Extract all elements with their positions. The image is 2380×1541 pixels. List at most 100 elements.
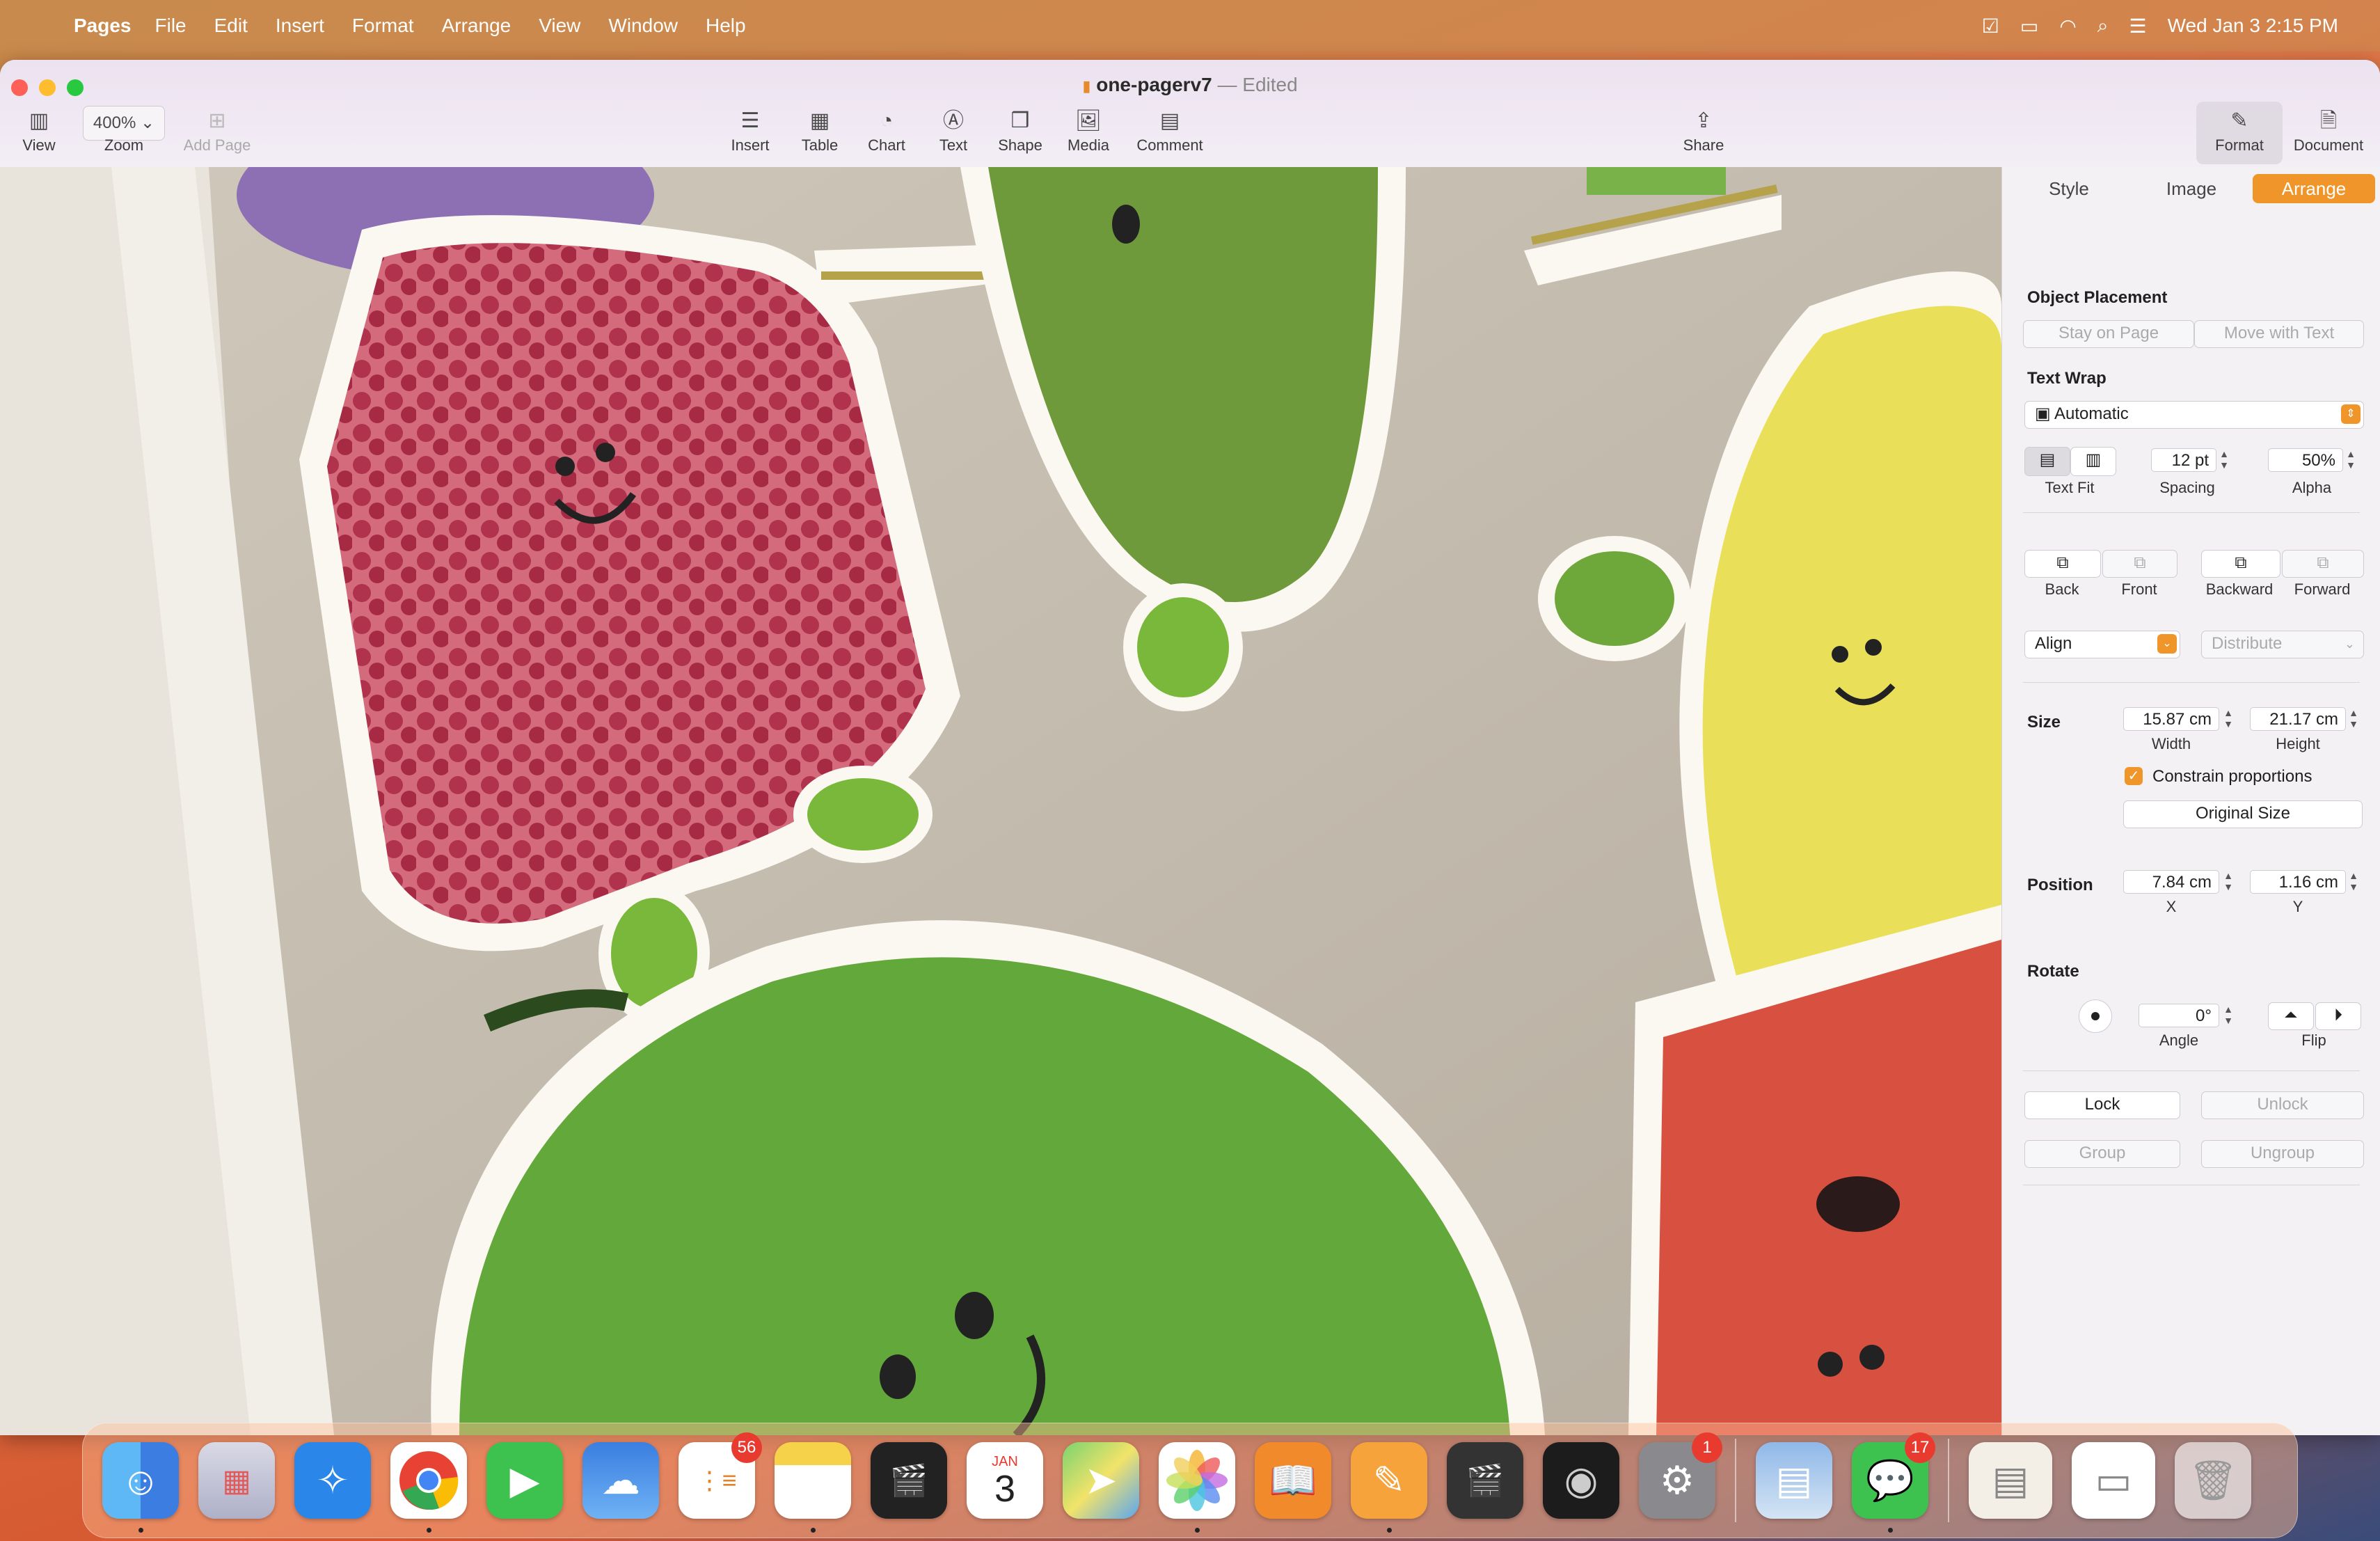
unlock-button[interactable]: Unlock — [2201, 1091, 2364, 1119]
chart-button[interactable]: ◔ Chart — [857, 106, 916, 155]
weather-icon[interactable]: ☁ — [582, 1442, 659, 1519]
spacing-stepper[interactable]: ▲ ▼ — [2218, 448, 2230, 471]
insert-button[interactable]: ☰ Insert — [721, 106, 779, 155]
zoom-select[interactable]: 400% ⌄ — [82, 106, 166, 141]
messages-icon[interactable]: 💬 17 — [1852, 1432, 1935, 1533]
imovie-icon[interactable]: 🎬 — [1447, 1442, 1523, 1519]
calendar-day: 3 — [994, 1467, 1016, 1510]
divider — [2023, 1070, 2360, 1071]
position-y-stepper[interactable]: ▲ ▼ — [2347, 870, 2360, 892]
alpha-field[interactable]: 50% — [2268, 448, 2343, 472]
flip-vertical-button[interactable]: ⏶ — [2268, 1002, 2314, 1030]
position-x-stepper[interactable]: ▲ ▼ — [2222, 870, 2235, 892]
menu-edit[interactable]: Edit — [214, 15, 248, 37]
tab-arrange[interactable]: Arrange — [2253, 174, 2375, 203]
control-center-icon[interactable]: ☰ — [2129, 15, 2146, 38]
shape-button[interactable]: ❒ Shape — [991, 106, 1049, 155]
backward-label: Backward — [2205, 580, 2274, 598]
text-wrap-select[interactable]: ▣ Automatic ⇕ — [2024, 401, 2364, 429]
constrain-proportions-checkbox[interactable]: ✓ — [2125, 767, 2143, 785]
stay-on-page-button[interactable]: Stay on Page — [2023, 320, 2194, 348]
battery-icon[interactable]: ▭ — [2020, 15, 2038, 38]
width-stepper[interactable]: ▲ ▼ — [2222, 707, 2235, 729]
facetime-icon[interactable]: ▶ — [486, 1442, 563, 1519]
height-field[interactable]: 21.17 cm — [2250, 707, 2346, 731]
notes-icon[interactable] — [775, 1442, 851, 1533]
original-size-button[interactable]: Original Size — [2123, 800, 2363, 828]
trash-icon[interactable]: 🗑 — [2175, 1442, 2251, 1519]
menu-clock[interactable]: Wed Jan 3 2:15 PM — [2168, 15, 2338, 37]
comment-button[interactable]: ▤ Comment — [1132, 106, 1208, 155]
tab-image[interactable]: Image — [2130, 174, 2253, 203]
maps-icon[interactable]: ➤ — [1063, 1442, 1139, 1519]
angle-field[interactable]: 0° — [2139, 1004, 2219, 1027]
menu-arrange[interactable]: Arrange — [442, 15, 511, 37]
finder-icon[interactable]: ☺ — [102, 1442, 179, 1533]
reminders-icon[interactable]: ⋮≡ 56 — [679, 1432, 762, 1519]
tab-style[interactable]: Style — [2008, 174, 2130, 203]
comment-label: Comment — [1136, 136, 1203, 154]
books-icon[interactable]: 📖 — [1255, 1442, 1331, 1519]
width-field[interactable]: 15.87 cm — [2123, 707, 2219, 731]
rotate-knob[interactable] — [2079, 999, 2112, 1033]
format-button[interactable]: ✎ Format — [2196, 102, 2283, 164]
menu-format[interactable]: Format — [352, 15, 414, 37]
system-settings-icon[interactable]: ⚙ 1 — [1639, 1432, 1722, 1519]
view-button[interactable]: ▥ View — [14, 106, 64, 155]
add-page-button[interactable]: ⊞ Add Page — [178, 106, 256, 155]
menu-file[interactable]: File — [155, 15, 187, 37]
checklist-status-icon[interactable]: ☑ — [1982, 15, 1999, 38]
text-fit-around-button[interactable]: ▥ — [2070, 447, 2116, 476]
calendar-icon[interactable]: JAN 3 — [967, 1442, 1043, 1519]
text-fit-tight-button[interactable]: ▤ — [2024, 447, 2070, 476]
preview-icon[interactable]: ▤ — [1756, 1442, 1832, 1519]
spotlight-search-icon[interactable]: ⌕ — [2097, 15, 2109, 38]
wifi-icon[interactable]: ◠ — [2059, 15, 2076, 38]
text-wrap-icon: ▣ — [2035, 404, 2051, 423]
menu-app-name[interactable]: Pages — [74, 15, 132, 37]
chrome-icon[interactable] — [390, 1442, 467, 1533]
minimized-document-thumbnail[interactable]: ▤ — [1969, 1442, 2052, 1519]
safari-icon[interactable]: ✧ — [294, 1442, 371, 1519]
photos-icon[interactable] — [1159, 1442, 1235, 1533]
text-button[interactable]: Ⓐ Text — [924, 106, 983, 155]
height-stepper[interactable]: ▲ ▼ — [2347, 707, 2360, 729]
ungroup-button[interactable]: Ungroup — [2201, 1140, 2364, 1168]
position-x-field[interactable]: 7.84 cm — [2123, 870, 2219, 894]
group-button[interactable]: Group — [2024, 1140, 2180, 1168]
divider — [2023, 512, 2360, 513]
document-button[interactable]: 🗎 Document — [2287, 106, 2370, 155]
menu-insert[interactable]: Insert — [276, 15, 324, 37]
launchpad-icon[interactable]: ▦ — [198, 1442, 275, 1519]
share-button[interactable]: ⇪ Share — [1676, 106, 1731, 155]
logic-pro-icon[interactable]: ◉ — [1543, 1442, 1619, 1519]
menu-help[interactable]: Help — [706, 15, 746, 37]
backward-button[interactable]: ⧉ — [2201, 550, 2280, 578]
insert-label: Insert — [731, 136, 770, 154]
back-button[interactable]: ⧉ — [2024, 550, 2101, 578]
media-button[interactable]: 🖼 Media — [1059, 106, 1118, 155]
flip-horizontal-button[interactable]: ⏵ — [2315, 1002, 2361, 1030]
distribute-label: Distribute — [2212, 634, 2283, 653]
move-with-text-button[interactable]: Move with Text — [2194, 320, 2364, 348]
spacing-field[interactable]: 12 pt — [2151, 448, 2216, 472]
zoom-control[interactable]: 400% ⌄ Zoom — [81, 106, 167, 155]
alpha-stepper[interactable]: ▲ ▼ — [2345, 448, 2357, 471]
lock-button[interactable]: Lock — [2024, 1091, 2180, 1119]
pages-app-icon[interactable]: ✎ — [1351, 1442, 1427, 1533]
table-button[interactable]: ▦ Table — [791, 106, 849, 155]
menu-view[interactable]: View — [539, 15, 580, 37]
align-select[interactable]: Align ⌄ — [2024, 631, 2180, 658]
front-button[interactable]: ⧉ — [2102, 550, 2177, 578]
selected-watercolor-image[interactable] — [0, 167, 2001, 1435]
document-icon: 🗎 — [2319, 109, 2338, 132]
forward-button[interactable]: ⧉ — [2282, 550, 2364, 578]
angle-stepper[interactable]: ▲ ▼ — [2222, 1004, 2235, 1026]
document-canvas[interactable] — [0, 167, 2001, 1435]
menu-window[interactable]: Window — [608, 15, 678, 37]
distribute-select[interactable]: Distribute ⌄ — [2201, 631, 2364, 658]
final-cut-icon[interactable]: 🎬 — [871, 1442, 947, 1519]
document-name[interactable]: one-pagerv7 — [1096, 74, 1212, 95]
minimized-chrome-window-thumbnail[interactable]: ▭ — [2072, 1442, 2155, 1519]
position-y-field[interactable]: 1.16 cm — [2250, 870, 2346, 894]
